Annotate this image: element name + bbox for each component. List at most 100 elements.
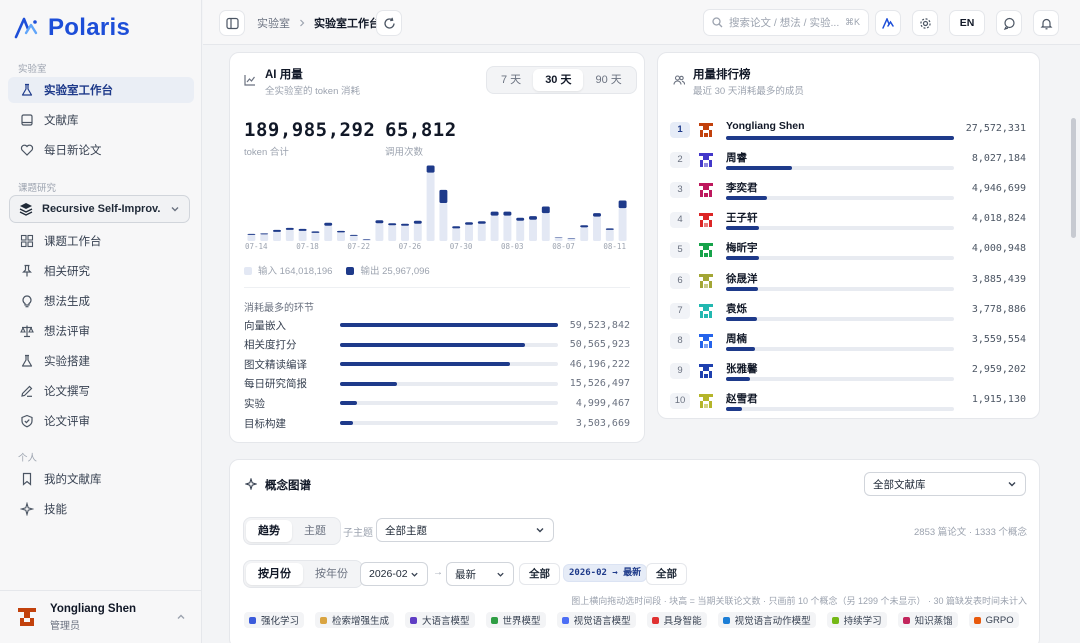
sidebar-item-3-topic_items[interactable]: 想法评审 — [8, 318, 194, 344]
bar-input-07-14[interactable] — [247, 234, 256, 241]
scrollbar[interactable] — [1071, 118, 1076, 238]
bar-output-08-04[interactable] — [516, 217, 525, 221]
bar-input-07-22[interactable] — [349, 235, 358, 241]
bar-input-08-04[interactable] — [516, 220, 525, 241]
bar-input-07-17[interactable] — [285, 229, 294, 241]
bar-input-07-20[interactable] — [324, 225, 333, 241]
bar-output-07-30[interactable] — [452, 226, 461, 229]
sidebar-item-0-personal_items[interactable]: 我的文献库 — [8, 466, 194, 492]
bar-output-08-12[interactable] — [618, 200, 627, 209]
ranking-row[interactable]: 6 徐晟洋 3,885,439 — [670, 271, 1026, 301]
bar-output-08-02[interactable] — [490, 211, 499, 216]
bar-input-08-06[interactable] — [541, 213, 550, 241]
bar-input-08-08[interactable] — [567, 238, 576, 241]
bar-output-07-29[interactable] — [439, 189, 448, 203]
bar-output-07-14[interactable] — [247, 233, 256, 235]
concept-tag[interactable]: 大语言模型 — [405, 612, 475, 628]
bar-output-08-03[interactable] — [503, 211, 512, 216]
concept-tag[interactable]: 视觉语言动作模型 — [717, 612, 816, 628]
concept-tag[interactable]: 持续学习 — [826, 612, 887, 628]
bar-output-07-31[interactable] — [465, 222, 473, 225]
bar-input-07-23[interactable] — [362, 239, 371, 241]
sidebar-item-2-topic_items[interactable]: 想法生成 — [8, 288, 194, 314]
tab-topic[interactable]: 主题 — [292, 520, 338, 542]
bar-output-07-21[interactable] — [337, 230, 345, 233]
bar-input-08-03[interactable] — [503, 215, 512, 241]
bar-output-07-19[interactable] — [311, 231, 320, 233]
sidebar-item-0-lab_items[interactable]: 实验室工作台 — [8, 77, 194, 103]
ranking-row[interactable]: 4 王子轩 4,018,824 — [670, 210, 1026, 240]
settings-button[interactable] — [912, 10, 938, 36]
bar-output-07-17[interactable] — [285, 227, 294, 230]
bar-input-08-02[interactable] — [490, 215, 499, 241]
sidebar-item-6-topic_items[interactable]: 论文评审 — [8, 408, 194, 434]
ranking-row[interactable]: 8 周楠 3,559,554 — [670, 331, 1026, 361]
ranking-row[interactable]: 5 梅昕宇 4,000,948 — [670, 240, 1026, 270]
bar-input-08-01[interactable] — [477, 223, 486, 241]
language-button[interactable]: EN — [949, 10, 985, 36]
ranking-row[interactable]: 1 Yongliang Shen 27,572,331 — [670, 120, 1026, 150]
range-30d[interactable]: 30 天 — [533, 69, 584, 91]
start-month-select[interactable]: 2026-02 — [360, 562, 428, 586]
granularity-month[interactable]: 按月份 — [246, 563, 303, 585]
bar-output-07-28[interactable] — [426, 165, 435, 173]
concept-tag[interactable]: 具身智能 — [646, 612, 707, 628]
bar-input-07-25[interactable] — [388, 225, 397, 241]
concept-tag[interactable]: 知识蒸馏 — [897, 612, 958, 628]
ranking-row[interactable]: 9 张雅馨 2,959,202 — [670, 361, 1026, 391]
granularity-year[interactable]: 按年份 — [303, 563, 360, 585]
sidebar-item-5-topic_items[interactable]: 论文撰写 — [8, 378, 194, 404]
sidebar-item-2-lab_items[interactable]: 每日新论文 — [8, 137, 194, 163]
bar-output-07-15[interactable] — [260, 233, 269, 235]
bar-output-08-11[interactable] — [605, 228, 614, 230]
bar-output-07-20[interactable] — [324, 222, 333, 226]
bar-output-08-05[interactable] — [529, 216, 537, 220]
user-profile[interactable]: Yongliang Shen 管理员 — [0, 590, 202, 643]
logo[interactable]: Polaris — [14, 14, 130, 42]
bar-input-07-21[interactable] — [337, 232, 345, 241]
ai-assistant-button[interactable] — [875, 10, 901, 36]
tab-trend[interactable]: 趋势 — [246, 520, 292, 542]
sidebar-item-1-lab_items[interactable]: 文献库 — [8, 107, 194, 133]
bar-input-08-10[interactable] — [593, 216, 601, 241]
bar-input-08-07[interactable] — [554, 237, 563, 241]
concept-tag[interactable]: 强化学习 — [244, 612, 305, 628]
bar-output-07-18[interactable] — [298, 228, 307, 231]
bar-output-07-24[interactable] — [375, 220, 384, 224]
concept-tag[interactable]: GRPO — [968, 612, 1019, 628]
range-7d[interactable]: 7 天 — [489, 69, 533, 91]
sidebar-item-1-topic_items[interactable]: 相关研究 — [8, 258, 194, 284]
bar-output-08-06[interactable] — [541, 206, 550, 214]
search-input[interactable]: 搜索论文 / 想法 / 实验... ⌘K — [703, 9, 869, 36]
bar-output-07-23[interactable] — [362, 238, 371, 240]
bar-input-08-05[interactable] — [529, 219, 537, 241]
bar-input-08-11[interactable] — [605, 229, 614, 241]
feedback-button[interactable] — [996, 10, 1022, 36]
bar-output-07-16[interactable] — [273, 229, 281, 232]
bar-input-08-12[interactable] — [618, 208, 627, 241]
ranking-row[interactable]: 2 周睿 8,027,184 — [670, 150, 1026, 180]
bar-output-07-26[interactable] — [401, 223, 409, 226]
bar-output-07-27[interactable] — [413, 220, 422, 224]
refresh-button[interactable] — [376, 10, 402, 36]
bar-input-07-16[interactable] — [273, 231, 281, 241]
bar-input-07-30[interactable] — [452, 228, 461, 241]
ranking-row[interactable]: 7 袁烁 3,778,886 — [670, 301, 1026, 331]
bar-input-07-28[interactable] — [426, 172, 435, 241]
all-button-2[interactable]: 全部 — [646, 563, 687, 585]
library-select[interactable]: 全部文献库 — [864, 472, 1026, 496]
sidebar-item-0-topic_items[interactable]: 课题工作台 — [8, 228, 194, 254]
notifications-button[interactable] — [1033, 10, 1059, 36]
project-selector[interactable]: Recursive Self-Improv... — [9, 195, 190, 223]
bar-input-07-18[interactable] — [298, 230, 307, 241]
bar-input-07-27[interactable] — [413, 223, 422, 241]
bar-output-08-01[interactable] — [477, 221, 486, 224]
ranking-row[interactable]: 10 赵雪君 1,915,130 — [670, 391, 1026, 421]
bar-output-07-22[interactable] — [349, 234, 358, 236]
concept-tag[interactable]: 视觉语言模型 — [556, 612, 636, 628]
sidebar-item-4-topic_items[interactable]: 实验搭建 — [8, 348, 194, 374]
range-90d[interactable]: 90 天 — [583, 69, 633, 91]
concept-tag[interactable]: 检索增强生成 — [315, 612, 395, 628]
all-button-1[interactable]: 全部 — [519, 563, 560, 585]
bar-output-08-07[interactable] — [554, 237, 563, 239]
